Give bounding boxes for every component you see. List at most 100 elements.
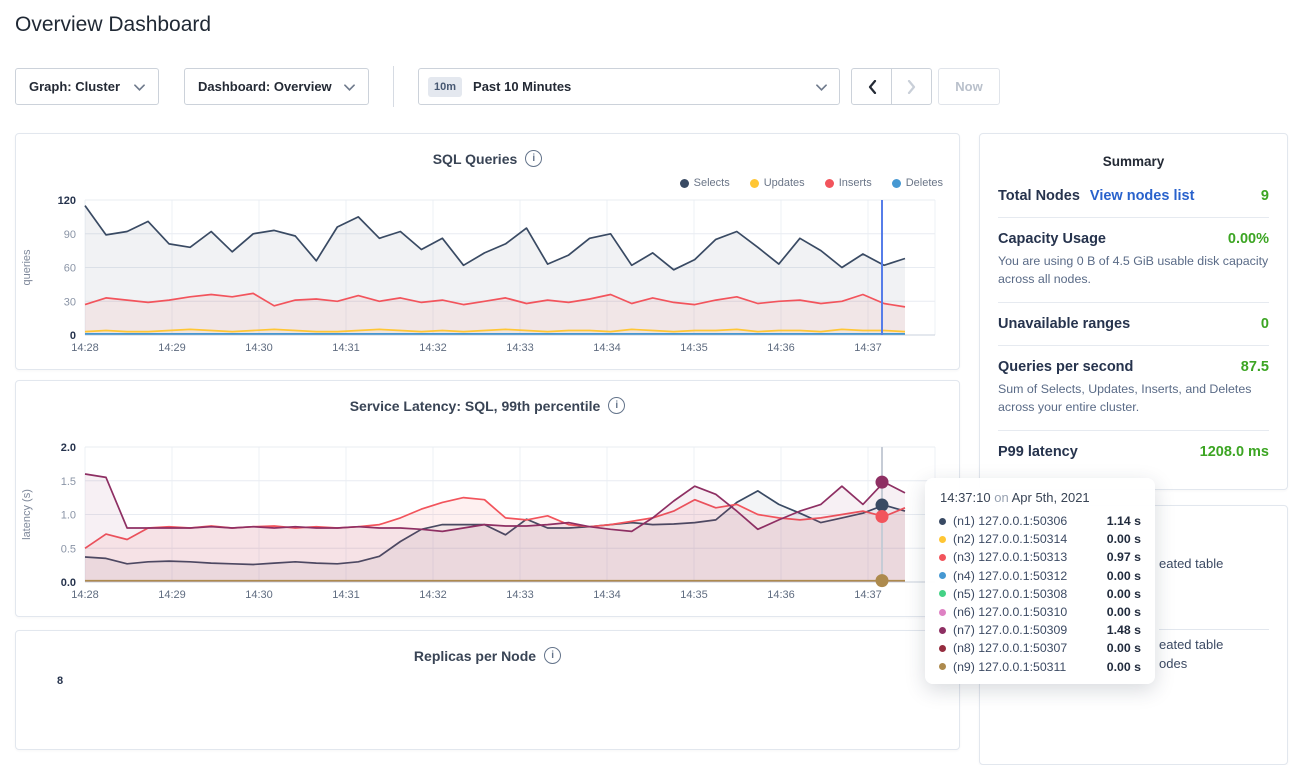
replicas-per-node-panel: Replicas per Node i 8	[15, 630, 960, 750]
svg-text:14:34: 14:34	[593, 589, 621, 601]
node-latency-value: 1.14 s	[1107, 514, 1141, 528]
sql-queries-title-row: SQL Queries i	[16, 150, 959, 167]
svg-text:14:28: 14:28	[71, 342, 99, 354]
step-forward-button[interactable]	[891, 69, 931, 104]
svg-text:14:36: 14:36	[767, 589, 795, 601]
graph-dropdown[interactable]: Graph: Cluster	[15, 68, 159, 105]
svg-text:14:28: 14:28	[71, 589, 99, 601]
time-window-label: Past 10 Minutes	[473, 79, 805, 94]
node-latency-value: 0.00 s	[1107, 641, 1141, 655]
tooltip-node-row: (n1) 127.0.0.1:503061.14 s	[939, 512, 1141, 530]
summary-rows: Total Nodes View nodes list 9 Capacity Usag…	[998, 175, 1269, 473]
svg-text:60: 60	[64, 263, 76, 275]
legend-dot	[680, 179, 689, 188]
summary-panel: Summary Total Nodes View nodes list 9 Capac…	[979, 133, 1288, 490]
time-step-buttons	[851, 68, 932, 105]
svg-text:14:37: 14:37	[854, 342, 882, 354]
now-button[interactable]: Now	[938, 68, 1000, 105]
tooltip-node-row: (n6) 127.0.0.1:503100.00 s	[939, 603, 1141, 621]
node-address: (n7) 127.0.0.1:50309	[953, 623, 1067, 637]
summary-row: Capacity Usage 0.00% You are using 0 B of …	[998, 218, 1269, 303]
node-color-dot	[939, 663, 946, 670]
sql-queries-panel: SQL Queries i Selects Updates Inserts Delet…	[15, 133, 960, 370]
node-address: (n5) 127.0.0.1:50308	[953, 587, 1067, 601]
node-latency-value: 0.00 s	[1107, 605, 1141, 619]
dashboard-dropdown-label: Dashboard: Overview	[198, 79, 332, 94]
summary-row-label: Unavailable ranges	[998, 316, 1130, 332]
svg-text:14:35: 14:35	[680, 342, 708, 354]
node-color-dot	[939, 609, 946, 616]
legend-item-selects: Selects	[680, 177, 730, 189]
svg-text:0.5: 0.5	[61, 543, 76, 555]
summary-row-description: Sum of Selects, Updates, Inserts, and De…	[998, 381, 1269, 417]
summary-row-description: You are using 0 B of 4.5 GiB usable disk…	[998, 253, 1269, 289]
service-latency-chart[interactable]: 0.00.51.01.52.014:2814:2914:3014:3114:32…	[16, 438, 959, 608]
sql-queries-chart[interactable]: 030609012014:2814:2914:3014:3114:3214:33…	[16, 191, 959, 361]
graph-dropdown-label: Graph: Cluster	[29, 79, 120, 94]
node-color-dot	[939, 645, 946, 652]
svg-text:14:30: 14:30	[245, 589, 273, 601]
svg-text:14:31: 14:31	[332, 589, 360, 601]
node-color-dot	[939, 518, 946, 525]
node-address: (n4) 127.0.0.1:50312	[953, 569, 1067, 583]
toolbar-divider	[393, 66, 394, 107]
summary-row-label: Total Nodes	[998, 188, 1080, 204]
svg-text:14:33: 14:33	[506, 589, 534, 601]
svg-text:14:32: 14:32	[419, 589, 447, 601]
node-latency-value: 0.00 s	[1107, 532, 1141, 546]
svg-text:14:36: 14:36	[767, 342, 795, 354]
svg-text:1.5: 1.5	[61, 476, 76, 488]
tooltip-node-row: (n3) 127.0.0.1:503130.97 s	[939, 548, 1141, 566]
view-nodes-list-link[interactable]: View nodes list	[1090, 188, 1195, 204]
info-icon[interactable]: i	[608, 397, 625, 414]
summary-row-label: P99 latency	[998, 444, 1078, 460]
svg-text:14:34: 14:34	[593, 342, 621, 354]
chevron-down-icon	[816, 79, 827, 94]
summary-row-value: 0	[1261, 316, 1269, 332]
time-range-selector[interactable]: 10m Past 10 Minutes	[418, 68, 840, 105]
legend-label: Updates	[764, 177, 805, 189]
node-latency-value: 0.00 s	[1107, 569, 1141, 583]
svg-text:14:37: 14:37	[854, 589, 882, 601]
tooltip-node-row: (n5) 127.0.0.1:503080.00 s	[939, 585, 1141, 603]
chart-hover-tooltip: 14:37:10 on Apr 5th, 2021 (n1) 127.0.0.1…	[925, 478, 1155, 684]
svg-text:14:31: 14:31	[332, 342, 360, 354]
tooltip-node-row: (n4) 127.0.0.1:50312 0.00 s	[939, 567, 1141, 585]
summary-row-value: 9	[1261, 188, 1269, 204]
info-icon[interactable]: i	[544, 647, 561, 664]
svg-text:1.0: 1.0	[61, 510, 76, 522]
node-latency-value: 0.00 s	[1107, 660, 1141, 674]
node-color-dot	[939, 536, 946, 543]
legend-item-deletes: Deletes	[892, 177, 943, 189]
node-address: (n9) 127.0.0.1:50311	[953, 660, 1066, 674]
event-divider	[1159, 629, 1269, 630]
info-icon[interactable]: i	[525, 150, 542, 167]
node-latency-value: 0.97 s	[1107, 550, 1141, 564]
legend-item-inserts: Inserts	[825, 177, 872, 189]
step-back-button[interactable]	[852, 69, 891, 104]
summary-row-label: Capacity Usage	[998, 231, 1106, 247]
node-color-dot	[939, 572, 946, 579]
sql-queries-title: SQL Queries	[433, 151, 518, 167]
summary-row-value: 0.00%	[1228, 231, 1269, 247]
replicas-title-row: Replicas per Node i	[16, 647, 959, 664]
dashboard-dropdown[interactable]: Dashboard: Overview	[184, 68, 369, 105]
replicas-title: Replicas per Node	[414, 648, 536, 664]
sql-queries-legend: Selects Updates Inserts Deletes	[680, 177, 943, 189]
svg-text:latency (s): latency (s)	[21, 489, 33, 540]
svg-text:0: 0	[70, 330, 76, 342]
svg-text:90: 90	[64, 229, 76, 241]
legend-label: Selects	[694, 177, 730, 189]
summary-row-value: 1208.0 ms	[1200, 444, 1269, 460]
svg-text:120: 120	[58, 195, 76, 207]
event-text-fragment: eated table	[1159, 556, 1223, 571]
summary-row: P99 latency 1208.0 ms	[998, 431, 1269, 473]
event-text-fragment: eated table	[1159, 637, 1223, 652]
legend-dot	[825, 179, 834, 188]
svg-text:14:29: 14:29	[158, 589, 186, 601]
svg-text:14:30: 14:30	[245, 342, 273, 354]
tooltip-node-row: (n8) 127.0.0.1:503070.00 s	[939, 639, 1141, 657]
summary-title: Summary	[998, 154, 1269, 169]
replicas-y-tick: 8	[57, 675, 63, 687]
tooltip-node-row: (n2) 127.0.0.1:503140.00 s	[939, 530, 1141, 548]
